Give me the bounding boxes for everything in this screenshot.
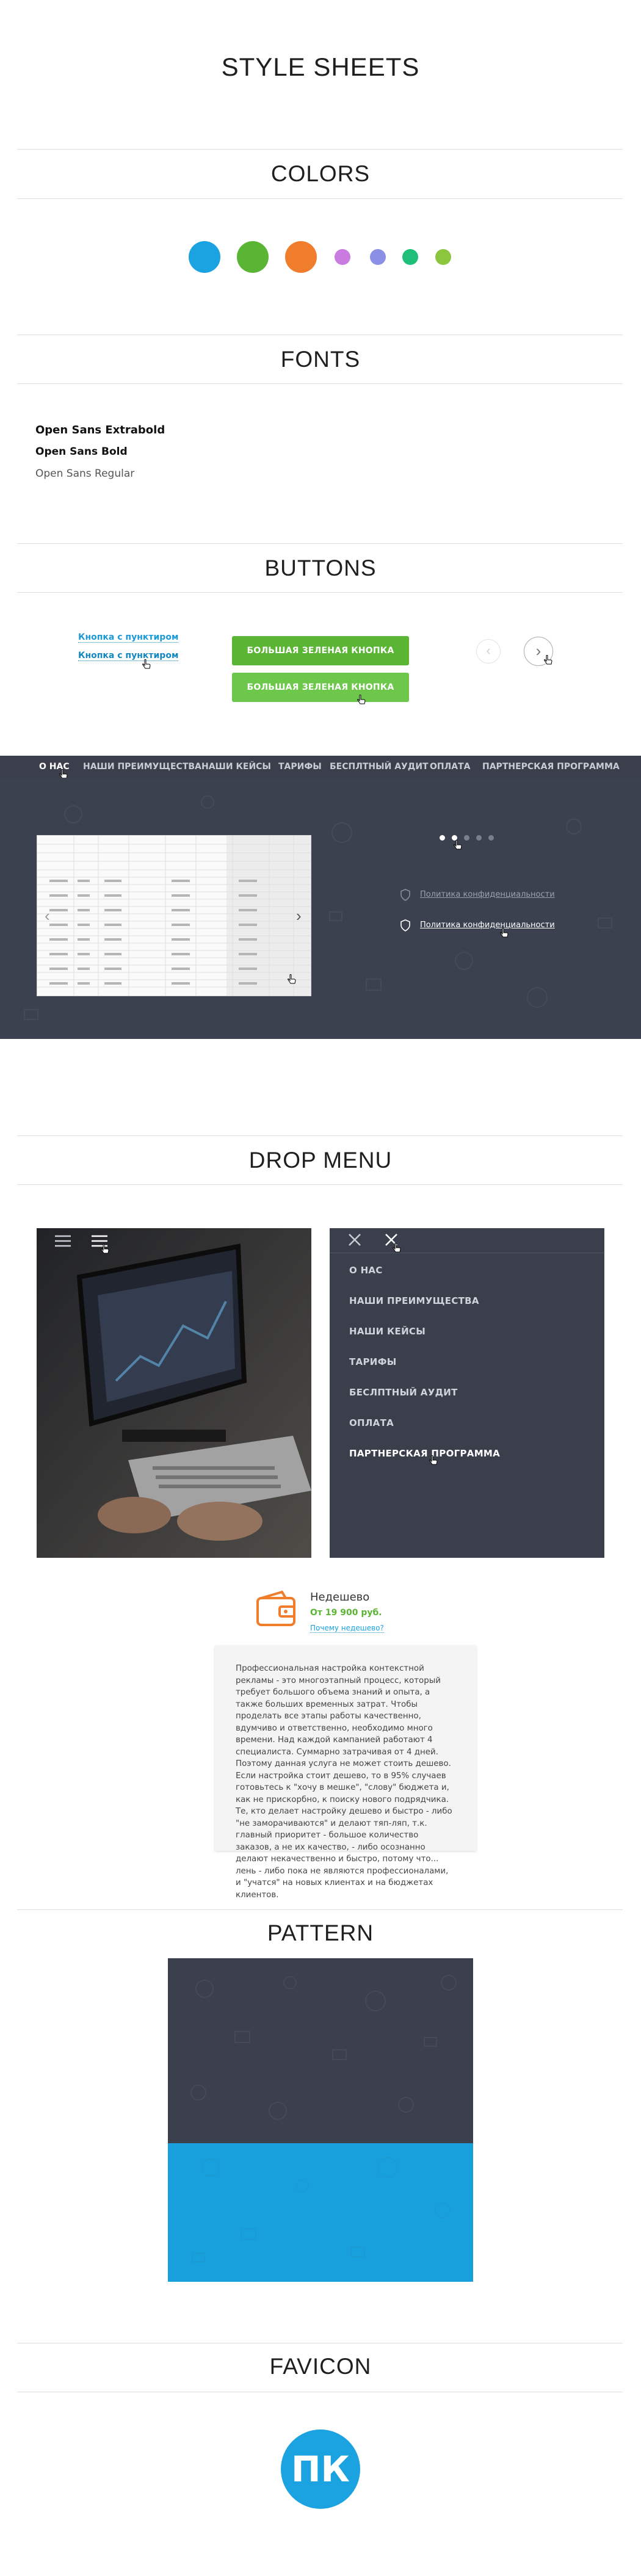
why-expensive-link[interactable]: Почему недешево? [310, 1624, 384, 1633]
drop-menu-item-tariffs[interactable]: ТАРИФЫ [349, 1356, 397, 1367]
hand-cursor-icon [101, 1244, 109, 1254]
font-sample-regular: Open Sans Regular [35, 468, 135, 480]
color-swatch-violet [335, 249, 350, 265]
pattern-dark [168, 1958, 473, 2143]
drop-menu-item-cases[interactable]: НАШИ КЕЙСЫ [349, 1326, 426, 1337]
drop-menu-item-payment[interactable]: ОПЛАТА [349, 1417, 394, 1428]
font-sample-bold: Open Sans Bold [35, 446, 128, 458]
drop-menu-item-partner-program[interactable]: ПАРТНЕРСКАЯ ПРОГРАММА [349, 1448, 500, 1459]
section-title-pattern: PATTERN [267, 1920, 374, 1945]
divider [17, 149, 623, 150]
section-title-colors: COLORS [270, 161, 371, 186]
hand-cursor-icon [357, 695, 366, 704]
hand-cursor-icon [544, 655, 552, 665]
section-title-fonts: FONTS [280, 347, 361, 372]
privacy-policy-link[interactable]: Политика конфиденциальности [420, 890, 555, 899]
dotted-link-button-hover[interactable]: Кнопка с пунктиром [78, 651, 179, 661]
divider [17, 1135, 623, 1136]
close-icon[interactable] [348, 1233, 361, 1246]
favicon-logo: ПК [281, 2429, 360, 2509]
shield-icon [400, 919, 410, 932]
divider [17, 198, 623, 199]
top-navigation-bar: О НАС НАШИ ПРЕИМУЩЕСТВА НАШИ КЕЙСЫ ТАРИФ… [0, 756, 641, 779]
divider [17, 1184, 623, 1185]
section-title-favicon: FAVICON [269, 2354, 372, 2379]
slider-next-arrow[interactable]: › [296, 906, 302, 925]
divider [17, 1909, 623, 1910]
drop-menu-item-about[interactable]: О НАС [349, 1265, 383, 1276]
pricing-label: Недешево [310, 1591, 370, 1604]
drop-menu-item-advantages[interactable]: НАШИ ПРЕИМУЩЕСТВА [349, 1295, 479, 1306]
hand-cursor-icon [288, 974, 296, 984]
nav-item-audit[interactable]: БЕСПЛТНЫЙ АУДИТ [330, 756, 429, 778]
page-title: STYLE SHEETS [221, 52, 420, 81]
nav-item-partner-program[interactable]: ПАРТНЕРСКАЯ ПРОГРАММА [482, 756, 620, 778]
hand-cursor-icon [142, 659, 151, 669]
nav-item-cases[interactable]: НАШИ КЕЙСЫ [201, 756, 271, 778]
prev-arrow-button[interactable]: ‹ [476, 639, 501, 664]
color-swatch-orange [285, 241, 317, 273]
color-swatch-lime [435, 249, 451, 265]
color-swatch-emerald [402, 249, 418, 265]
icon-pattern-dark [190, 1975, 457, 2120]
hand-cursor-icon [393, 1243, 401, 1253]
screenshot-image: ‹ › [37, 835, 311, 996]
nav-item-advantages[interactable]: НАШИ ПРЕИМУЩЕСТВА [83, 756, 201, 778]
divider [17, 383, 623, 384]
divider [17, 543, 623, 544]
slider-dot[interactable] [476, 835, 482, 841]
pricing-price: От 19 900 руб. [310, 1608, 382, 1618]
icon-pattern-blue [192, 2157, 451, 2262]
slider-dot[interactable] [488, 835, 494, 841]
color-swatch-blue [189, 241, 220, 273]
color-swatch-green [237, 241, 269, 273]
hand-cursor-icon [500, 928, 509, 938]
pricing-explanation-card: Профессиональная настройка контекстной р… [215, 1646, 476, 1900]
hand-cursor-icon [429, 1455, 438, 1465]
collapsed-menu-panel [37, 1228, 311, 1558]
hand-cursor-icon [454, 840, 462, 850]
dotted-link-button[interactable]: Кнопка с пунктиром [78, 632, 179, 643]
office-photo [37, 1228, 311, 1558]
slider-prev-arrow[interactable]: ‹ [45, 906, 50, 925]
wallet-icon [256, 1590, 295, 1626]
hamburger-icon[interactable] [55, 1234, 71, 1248]
pattern-blue [168, 2143, 473, 2282]
shield-icon [400, 889, 410, 901]
spreadsheet-image [37, 836, 311, 996]
divider [17, 592, 623, 593]
section-title-buttons: BUTTONS [264, 555, 377, 581]
font-sample-extrabold: Open Sans Extrabold [35, 424, 165, 436]
expanded-menu-panel: О НАС НАШИ ПРЕИМУЩЕСТВА НАШИ КЕЙСЫ ТАРИФ… [330, 1228, 604, 1558]
big-green-button[interactable]: БОЛЬШАЯ ЗЕЛЕНАЯ КНОПКА [232, 636, 409, 665]
pricing-explanation-text: Профессиональная настройка контекстной р… [236, 1664, 452, 1900]
nav-item-payment[interactable]: ОПЛАТА [430, 756, 470, 778]
drop-menu-item-audit[interactable]: БЕСЛПТНЫЙ АУДИТ [349, 1387, 458, 1398]
big-green-button-hover[interactable]: БОЛЬШАЯ ЗЕЛЕНАЯ КНОПКА [232, 673, 409, 702]
privacy-policy-link-hover[interactable]: Политика конфиденциальности [420, 921, 555, 930]
slider-dot[interactable] [440, 835, 445, 841]
section-title-drop-menu: DROP MENU [248, 1148, 393, 1173]
nav-item-tariffs[interactable]: ТАРИФЫ [278, 756, 322, 778]
slider-dot[interactable] [464, 835, 469, 841]
color-swatch-periwinkle [370, 249, 386, 265]
